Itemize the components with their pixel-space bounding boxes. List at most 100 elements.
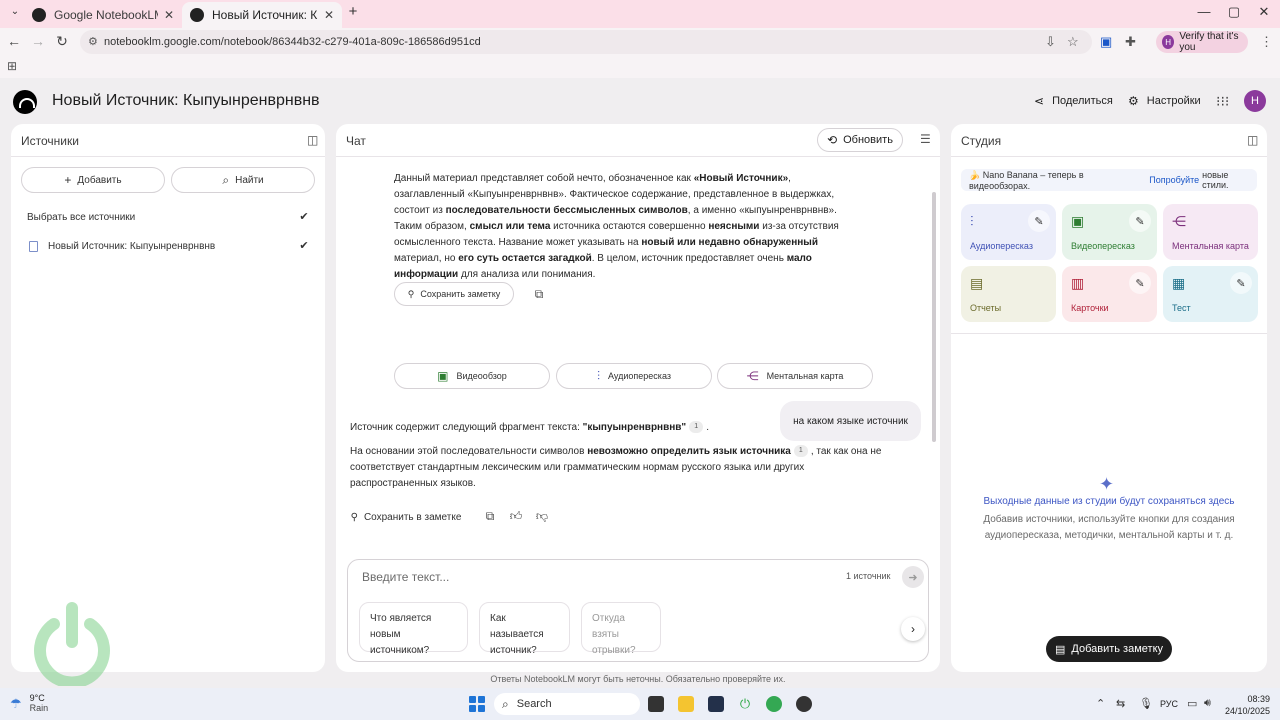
search-label: Search (516, 698, 552, 710)
chrome-icon[interactable] (766, 696, 782, 712)
edit-icon[interactable]: ✎ (1028, 210, 1050, 232)
maximize-icon[interactable]: ▢ (1219, 4, 1249, 20)
window-close-icon[interactable]: ✕ (1249, 4, 1279, 20)
network-icon[interactable]: ⇆ (1116, 697, 1125, 710)
collapse-panel-icon[interactable]: ◫ (307, 133, 318, 147)
install-app-icon[interactable]: ⇩ (1045, 34, 1056, 50)
suggestion-text: Как называется источник? (490, 613, 544, 656)
thumbs-down-icon[interactable]: 👎︎ (534, 509, 550, 524)
tile-audio-overview[interactable]: ⫶ Аудиопересказ ✎ (961, 204, 1056, 260)
weather-widget[interactable]: ☂ 9°C Rain (10, 693, 48, 714)
thumbs-up-icon[interactable]: 👍︎ (508, 509, 524, 524)
edit-icon[interactable]: ✎ (1129, 210, 1151, 232)
keyboard-language[interactable]: РУС (1160, 699, 1178, 709)
chevron-right-icon[interactable]: › (901, 617, 925, 641)
chat-input[interactable] (362, 568, 832, 586)
tab-current-notebook[interactable]: Новый Источник: Кыпуынре ✕ (182, 2, 342, 28)
tile-reports[interactable]: ▤ Отчеты (961, 266, 1056, 322)
site-info-icon[interactable]: ⚙ (88, 35, 98, 48)
url-field[interactable]: ⚙ notebooklm.google.com/notebook/86344b3… (80, 30, 1092, 54)
edit-icon[interactable]: ✎ (1129, 272, 1151, 294)
close-icon[interactable]: ✕ (324, 8, 334, 22)
chevron-up-icon[interactable]: ⌃ (1096, 697, 1105, 710)
bookmark-star-icon[interactable]: ☆ (1067, 34, 1079, 50)
taskbar: ☂ 9°C Rain ⌕ Search ⏻ ⌃ ⇆ 🎙︎ РУС ▭ 🔊︎ 08… (0, 688, 1280, 720)
refresh-button[interactable]: ⟲ Обновить (817, 128, 903, 152)
suggestion-chip[interactable]: Откуда взяты отрывки? (581, 602, 661, 656)
settings-button[interactable]: ⚙ Настройки (1128, 89, 1201, 113)
citation-badge[interactable]: 1 (793, 445, 808, 458)
power-app-icon[interactable]: ⏻ (737, 696, 753, 712)
extensions-puzzle-icon[interactable]: ✚ (1125, 34, 1136, 50)
audio-waves-icon: ⫶ (597, 368, 601, 383)
source-checkbox[interactable]: ✔ (297, 239, 311, 253)
forward-icon[interactable]: → (28, 33, 48, 49)
collapse-panel-icon[interactable]: ◫ (1247, 133, 1258, 147)
microphone-icon[interactable]: 🎙︎ (1139, 697, 1153, 710)
add-note-button[interactable]: ▤ Добавить заметку (1046, 636, 1172, 662)
add-label: Добавить (77, 174, 122, 186)
tab-notebooklm-home[interactable]: Google NotebookLM | AI Resea ✕ (24, 2, 182, 28)
chat-scrollbar[interactable] (932, 192, 936, 442)
tile-label: Аудиопересказ (970, 241, 1033, 251)
app-icon[interactable] (708, 696, 724, 712)
ai-answer-line1: Источник содержит следующий фрагмент тек… (350, 421, 709, 434)
chat-settings-icon[interactable]: ☰ (920, 132, 931, 146)
suggestion-chip[interactable]: Что является новым источником? (359, 602, 468, 656)
tile-mind-map[interactable]: ⋲ Ментальная карта (1163, 204, 1258, 260)
copy-icon[interactable]: ⧉ (531, 287, 547, 302)
verify-identity-button[interactable]: H Verify that it's you (1156, 31, 1248, 53)
windows-start-icon[interactable] (469, 696, 485, 712)
apps-grid-icon[interactable]: ⊞ (7, 59, 17, 73)
taskbar-search[interactable]: ⌕ Search (494, 693, 640, 715)
copy-icon[interactable]: ⧉ (482, 509, 498, 524)
notebooklm-logo-icon[interactable] (13, 90, 37, 114)
save-in-note-button[interactable]: ⚲ Сохранить в заметке (346, 505, 466, 529)
tile-quiz[interactable]: ▦ Тест ✎ (1163, 266, 1258, 322)
power-icon (34, 602, 110, 686)
new-tab-icon[interactable]: + (338, 3, 368, 20)
edit-icon[interactable]: ✎ (1230, 272, 1252, 294)
extension-icon[interactable]: ▣ (1100, 34, 1112, 50)
google-apps-icon[interactable]: ⁝⁝⁝ (1216, 93, 1229, 110)
video-overview-button[interactable]: ▣ Видеообзор (394, 363, 550, 389)
share-button[interactable]: ⋖ Поделиться (1034, 89, 1113, 113)
banner-link[interactable]: Попробуйте (1149, 175, 1199, 185)
file-explorer-icon[interactable] (678, 696, 694, 712)
volume-icon[interactable]: 🔊︎ (1204, 697, 1211, 710)
audio-overview-button[interactable]: ⫶ Аудиопересказ (556, 363, 712, 389)
find-sources-button[interactable]: ⌕ Найти (171, 167, 315, 193)
save-note-button[interactable]: ⚲ Сохранить заметку (394, 282, 514, 306)
studio-empty-title: Выходные данные из студии будут сохранят… (983, 496, 1235, 507)
tile-label: Ментальная карта (1172, 241, 1249, 251)
clock[interactable]: 08:39 24/10/2025 (1222, 693, 1270, 717)
save-note-label: Сохранить заметку (420, 289, 501, 299)
notebook-title[interactable]: Новый Источник: Кыпуынренврнвнв (52, 92, 320, 110)
tile-video-overview[interactable]: ▣ Видеопересказ ✎ (1062, 204, 1157, 260)
select-all-checkbox[interactable]: ✔ (297, 210, 311, 224)
monitor-icon[interactable]: ▭ (1187, 697, 1197, 710)
tab-title: Google NotebookLM | AI Resea (54, 8, 158, 22)
mind-map-button[interactable]: ⋲ Ментальная карта (717, 363, 873, 389)
citation-badge[interactable]: 1 (689, 421, 704, 434)
studio-title: Студия (961, 134, 1002, 148)
select-all-row[interactable]: Выбрать все источники ✔ (27, 208, 311, 226)
reload-icon[interactable]: ↻ (52, 33, 72, 50)
tile-flashcards[interactable]: ▥ Карточки ✎ (1062, 266, 1157, 322)
suggestion-chip[interactable]: Как называется источник? (479, 602, 570, 656)
address-bar-row: ← → ↻ ⚙ notebooklm.google.com/notebook/8… (0, 28, 1280, 56)
mind-map-icon: ⋲ (746, 369, 759, 383)
select-all-label: Выбрать все источники (27, 211, 136, 223)
close-icon[interactable]: ✕ (164, 8, 174, 22)
add-source-button[interactable]: + Добавить (21, 167, 165, 193)
banner-text: 🍌 Nano Banana – теперь в видеообзорах. (969, 169, 1084, 191)
task-view-icon[interactable] (648, 696, 664, 712)
chrome-profile-icon[interactable] (796, 696, 812, 712)
source-item[interactable]: Новый Источник: Кыпуынренврнвнв ✔ (27, 237, 311, 255)
browser-menu-icon[interactable]: ⋮ (1260, 34, 1273, 50)
bookmarks-bar: ⊞ (0, 56, 1280, 78)
user-avatar[interactable]: H (1244, 90, 1266, 112)
back-icon[interactable]: ← (4, 33, 24, 49)
send-button[interactable]: ➜ (902, 566, 924, 588)
minimize-icon[interactable]: — (1189, 4, 1219, 19)
